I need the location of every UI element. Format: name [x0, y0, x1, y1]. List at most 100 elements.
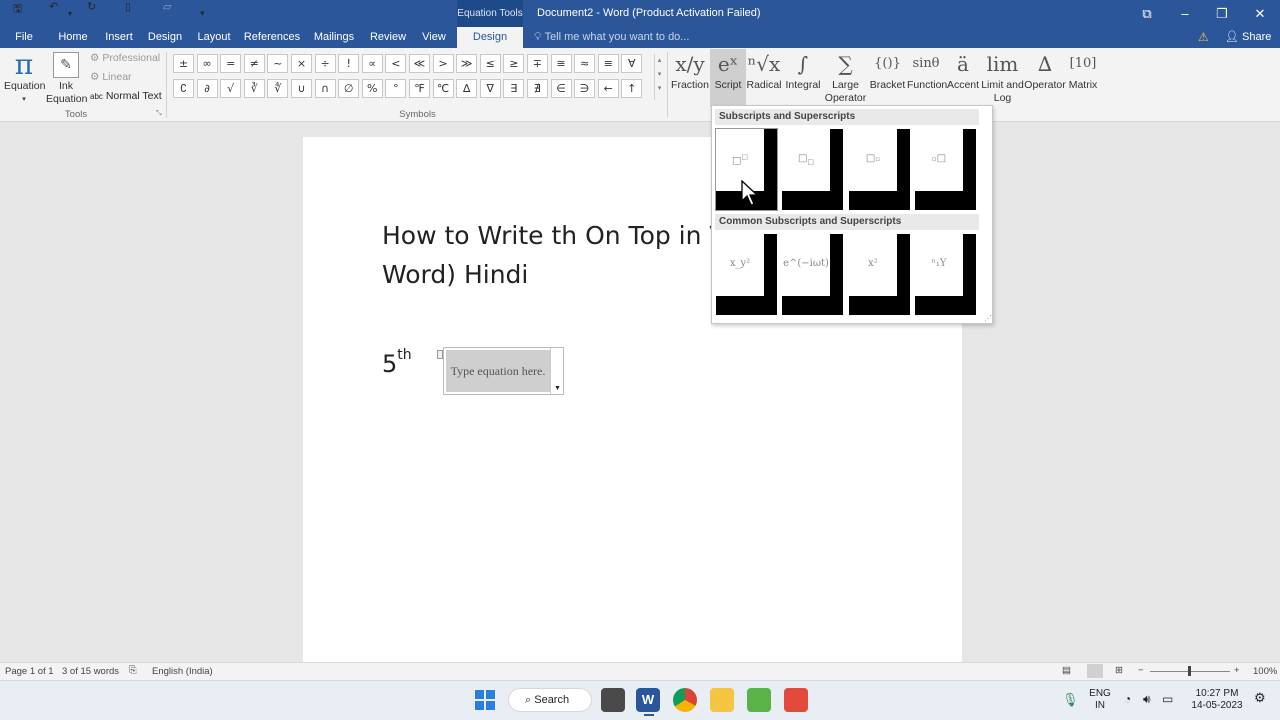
symbol-button[interactable]: ∓ — [526, 54, 548, 73]
tab-references[interactable]: References — [243, 27, 301, 48]
tab-insert[interactable]: Insert — [100, 27, 138, 48]
tab-review[interactable]: Review — [367, 27, 409, 48]
normal-text-button[interactable]: abc Normal Text — [90, 90, 162, 102]
zoom-level[interactable]: 100% — [1253, 666, 1277, 677]
symbol-button[interactable]: = — [220, 54, 242, 73]
language-status[interactable]: English (India) — [152, 666, 213, 677]
symbol-button[interactable]: ∀ — [621, 54, 643, 73]
undo-icon[interactable]: ↶ — [49, 0, 58, 13]
symbol-button[interactable]: ∃ — [503, 79, 525, 98]
symbol-button[interactable]: ° — [385, 79, 407, 98]
symbol-button[interactable]: ℉ — [408, 79, 430, 98]
warning-icon[interactable]: ⚠ — [1198, 30, 1209, 44]
fifth-text[interactable]: 5th — [382, 347, 412, 378]
linear-button[interactable]: ⚙︎ Linear — [90, 71, 132, 83]
camtasia-app-icon[interactable] — [747, 688, 771, 712]
equation-handle[interactable] — [437, 350, 443, 359]
structure-bracket-button[interactable]: {()} Bracket — [868, 49, 907, 107]
equation-placeholder[interactable]: Type equation here. — [446, 350, 550, 392]
new-document-icon[interactable]: ▯ — [125, 0, 131, 13]
symbol-button[interactable]: ∋ — [574, 79, 596, 98]
symbol-button[interactable]: ≥ — [503, 54, 525, 73]
task-view-icon[interactable] — [601, 688, 625, 712]
word-count[interactable]: 3 of 15 words — [62, 666, 119, 677]
symbol-button[interactable]: > — [432, 54, 454, 73]
input-language[interactable]: ENG IN — [1088, 688, 1112, 712]
recorder-app-icon[interactable] — [784, 688, 808, 712]
symbol-button[interactable]: ↑ — [621, 79, 643, 98]
save-icon[interactable]: 🖫 — [13, 0, 22, 19]
structure-limit-and-button[interactable]: lim Limit and Log — [981, 49, 1024, 107]
symbol-button[interactable]: ÷ — [314, 54, 336, 73]
tab-layout[interactable]: Layout — [194, 27, 234, 48]
clock[interactable]: 10:27 PM 14-05-2023 — [1186, 688, 1248, 712]
symbol-button[interactable]: ∆ — [456, 79, 478, 98]
structure-accent-button[interactable]: ä Accent — [945, 49, 981, 107]
tab-equation-design[interactable]: Design — [457, 27, 523, 48]
structure-radical-button[interactable]: ⁿ√x Radical — [745, 49, 783, 107]
structure-integral-button[interactable]: ∫ Integral — [783, 49, 823, 107]
zoom-out-icon[interactable]: − — [1138, 665, 1144, 676]
ink-equation-button[interactable]: ✎ Ink Equation — [46, 50, 87, 105]
structure-function-button[interactable]: sinθ Function — [907, 49, 947, 107]
subscript-superscript-option[interactable]: □▫ — [849, 129, 910, 210]
symbol-button[interactable]: < — [385, 54, 407, 73]
battery-icon[interactable]: ▭ — [1162, 693, 1173, 705]
common-script-option[interactable]: x² — [849, 234, 910, 315]
wifi-icon[interactable]: ◔ — [1124, 693, 1131, 705]
common-script-option[interactable]: x_y² — [716, 234, 777, 315]
customize-quick-access-icon[interactable]: ▾ — [200, 8, 205, 19]
equation-options-button[interactable]: ▼ — [550, 348, 563, 394]
print-layout-icon[interactable] — [1087, 664, 1103, 678]
word-app-icon[interactable]: W — [636, 688, 660, 712]
common-script-option[interactable]: ⁿ₁Y — [915, 234, 976, 315]
symbol-button[interactable]: ← — [597, 79, 619, 98]
symbol-button[interactable]: ≤ — [479, 54, 501, 73]
symbol-button[interactable]: ∝ — [361, 54, 383, 73]
resize-grip-icon[interactable]: ⋰ — [984, 314, 992, 323]
microphone-icon[interactable]: 🎙︎ — [1062, 692, 1079, 708]
structure-matrix-button[interactable]: [10] Matrix — [1066, 49, 1100, 107]
ribbon-display-options-icon[interactable]: ⧉ — [1129, 0, 1165, 27]
volume-icon[interactable]: 🔊︎ — [1143, 693, 1151, 705]
tab-view[interactable]: View — [418, 27, 450, 48]
symbol-button[interactable]: √ — [220, 79, 242, 98]
document-heading[interactable]: How to Write th On Top in V Word) Hindi — [382, 216, 742, 294]
proofing-icon[interactable]: ⎘ — [129, 665, 137, 676]
windows-start-icon[interactable] — [474, 689, 496, 711]
equation-button[interactable]: π Equation ▾ — [4, 50, 45, 105]
taskbar-search[interactable]: ⌕ Search — [508, 688, 592, 712]
touch-mode-icon[interactable]: ▱ — [163, 0, 171, 13]
symbol-button[interactable]: ∂ — [196, 79, 218, 98]
professional-button[interactable]: ⚙︎ Professional — [90, 52, 160, 64]
symbol-button[interactable]: ≫ — [456, 54, 478, 73]
symbol-button[interactable]: ≡ — [597, 54, 619, 73]
equation-box[interactable]: Type equation here. ▼ — [437, 347, 564, 395]
symbol-button[interactable]: ∪ — [290, 79, 312, 98]
tab-file[interactable]: File — [8, 27, 40, 48]
symbol-button[interactable]: ∈ — [550, 79, 572, 98]
zoom-slider-thumb[interactable] — [1188, 666, 1191, 676]
dialog-launcher-icon[interactable]: ⤡ — [156, 110, 162, 118]
zoom-in-icon[interactable]: + — [1234, 665, 1240, 676]
read-mode-icon[interactable]: ▤ — [1062, 665, 1071, 676]
chrome-app-icon[interactable] — [673, 688, 697, 712]
redo-icon[interactable]: ↻ — [87, 0, 96, 13]
minimize-button[interactable]: – — [1167, 0, 1203, 27]
gallery-scroll[interactable]: ▴ ▾ ▾ — [654, 54, 664, 100]
structure-script-button[interactable]: eˣ Script — [710, 49, 746, 107]
structure-operator-button[interactable]: ∆ Operator — [1024, 49, 1066, 107]
symbol-button[interactable]: ∄ — [526, 79, 548, 98]
undo-dropdown-icon[interactable]: ▾ — [68, 9, 72, 18]
symbol-button[interactable]: ∩ — [314, 79, 336, 98]
close-button[interactable]: ✕ — [1242, 0, 1278, 27]
tell-me-search[interactable]: 💡︎ Tell me what you want to do... — [534, 27, 689, 48]
restore-button[interactable]: ❐ — [1204, 0, 1240, 27]
symbol-button[interactable]: ∇ — [479, 79, 501, 98]
symbol-button[interactable]: ~ — [267, 54, 289, 73]
structure-fraction-button[interactable]: x/y Fraction — [670, 49, 710, 107]
notification-icon[interactable]: ⚙︎ — [1254, 691, 1266, 704]
symbol-button[interactable]: ! — [338, 54, 360, 73]
symbol-button[interactable]: % — [361, 79, 383, 98]
tab-home[interactable]: Home — [54, 27, 92, 48]
